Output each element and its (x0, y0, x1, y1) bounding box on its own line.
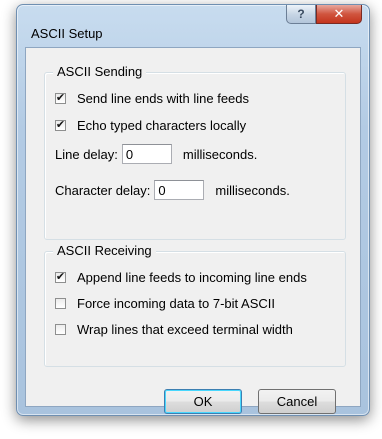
help-icon: ? (297, 7, 305, 21)
ascii-receiving-legend: ASCII Receiving (53, 243, 156, 258)
ok-button[interactable]: OK (164, 389, 242, 414)
append-line-feeds-checkbox[interactable]: ✔ (55, 272, 66, 283)
line-delay-input[interactable] (121, 144, 172, 164)
character-delay-row: Character delay: milliseconds. (55, 180, 290, 200)
dialog-body: ASCII Sending ✔ Send line ends with line… (25, 47, 361, 414)
send-line-ends-option[interactable]: ✔ Send line ends with line feeds (55, 91, 249, 106)
echo-typed-checkbox[interactable]: ✔ (55, 120, 66, 131)
ascii-sending-group: ASCII Sending ✔ Send line ends with line… (44, 64, 346, 240)
append-line-feeds-label: Append line feeds to incoming line ends (77, 270, 307, 285)
wrap-lines-option[interactable]: Wrap lines that exceed terminal width (55, 322, 293, 337)
line-delay-label: Line delay: (55, 146, 118, 162)
character-delay-input[interactable] (154, 180, 205, 200)
send-line-ends-checkbox[interactable]: ✔ (55, 93, 66, 104)
wrap-lines-checkbox[interactable] (55, 324, 66, 335)
caption-buttons: ? ✕ (286, 5, 362, 24)
character-delay-label: Character delay: (55, 182, 151, 198)
close-button[interactable]: ✕ (316, 5, 362, 24)
wrap-lines-label: Wrap lines that exceed terminal width (77, 322, 293, 337)
line-delay-unit: milliseconds. (182, 146, 258, 162)
ascii-setup-dialog: ASCII Setup ? ✕ ASCII Sending ✔ Send lin… (16, 4, 370, 416)
force-7bit-checkbox[interactable] (55, 298, 66, 309)
line-delay-row: Line delay: milliseconds. (55, 144, 257, 164)
dialog-title: ASCII Setup (31, 26, 103, 41)
echo-typed-label: Echo typed characters locally (77, 118, 247, 133)
help-button[interactable]: ? (286, 5, 316, 24)
echo-typed-option[interactable]: ✔ Echo typed characters locally (55, 118, 246, 133)
append-line-feeds-option[interactable]: ✔ Append line feeds to incoming line end… (55, 270, 307, 285)
send-line-ends-label: Send line ends with line feeds (77, 91, 250, 106)
force-7bit-option[interactable]: Force incoming data to 7-bit ASCII (55, 296, 275, 311)
ascii-receiving-group: ASCII Receiving ✔ Append line feeds to i… (44, 243, 346, 367)
close-icon: ✕ (333, 6, 345, 21)
force-7bit-label: Force incoming data to 7-bit ASCII (77, 296, 275, 311)
character-delay-unit: milliseconds. (215, 182, 290, 198)
ascii-sending-legend: ASCII Sending (53, 64, 147, 79)
cancel-button[interactable]: Cancel (258, 389, 336, 414)
